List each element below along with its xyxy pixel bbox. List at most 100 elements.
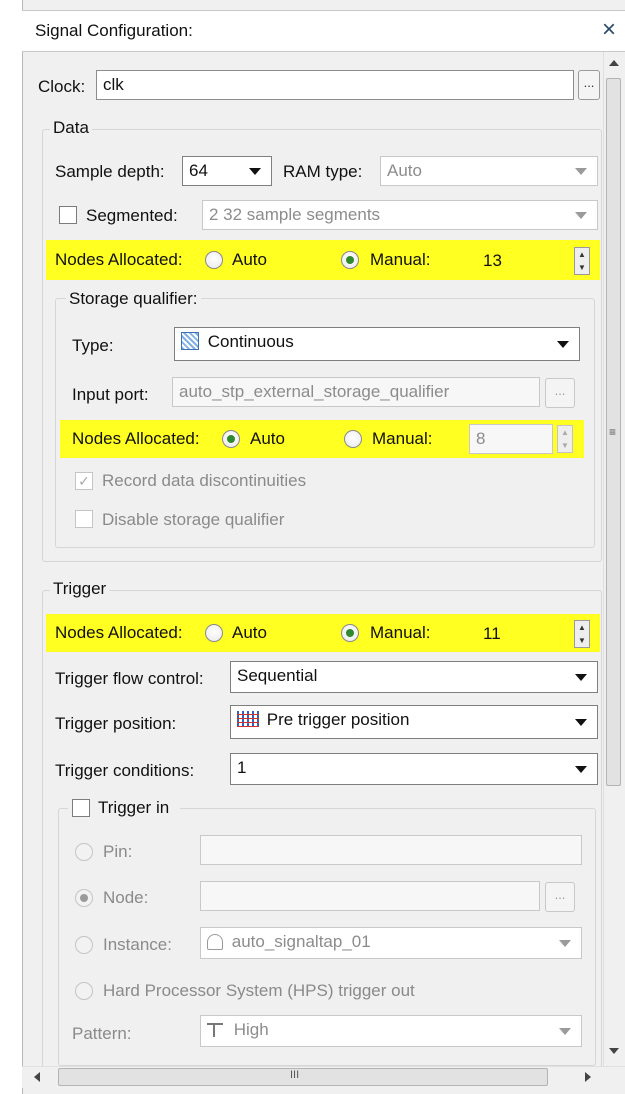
pin-radio[interactable] <box>75 843 93 861</box>
pin-input[interactable] <box>200 835 582 865</box>
trigger-flow-select[interactable]: Sequential <box>230 661 598 693</box>
segmented-value: 2 32 sample segments <box>209 205 381 224</box>
instance-value: auto_signaltap_01 <box>231 932 371 951</box>
node-input[interactable] <box>200 881 540 911</box>
chevron-down-icon <box>575 719 587 726</box>
sample-depth-select[interactable]: 64 <box>182 156 272 186</box>
data-nodes-label: Nodes Allocated: <box>55 250 183 269</box>
trigger-nodes-manual-label: Manual: <box>370 623 431 642</box>
panel-title: Signal Configuration: <box>35 21 193 40</box>
data-nodes-manual-label: Manual: <box>370 250 431 269</box>
scroll-right-icon[interactable] <box>585 1072 591 1082</box>
storage-qualifier-legend: Storage qualifier: <box>66 289 201 309</box>
trigger-conditions-label: Trigger conditions: <box>55 761 195 780</box>
instance-label: Instance: <box>103 935 172 954</box>
scroll-left-icon[interactable] <box>34 1072 40 1082</box>
pattern-label: Pattern: <box>72 1024 132 1043</box>
trigger-nodes-label: Nodes Allocated: <box>55 623 183 642</box>
input-port-input[interactable]: auto_stp_external_storage_qualifier <box>172 377 540 407</box>
pattern-value: High <box>233 1020 269 1039</box>
node-radio[interactable] <box>75 889 93 907</box>
trigger-legend: Trigger <box>50 579 110 599</box>
data-nodes-spinner[interactable]: ▲ ▼ <box>574 247 590 275</box>
trigger-position-value: Pre trigger position <box>266 710 410 729</box>
trigger-flow-value: Sequential <box>237 666 318 685</box>
trigger-nodes-auto-label: Auto <box>232 623 267 642</box>
trigger-conditions-value: 1 <box>237 758 247 777</box>
record-discontinuities-label: Record data discontinuities <box>102 471 307 490</box>
storage-nodes-auto-label: Auto <box>250 429 285 448</box>
spin-down-icon[interactable]: ▼ <box>558 439 572 452</box>
ram-type-label: RAM type: <box>283 162 363 181</box>
input-port-browse-button[interactable]: ... <box>545 378 575 408</box>
chevron-down-icon <box>575 766 587 773</box>
node-browse-button[interactable]: ... <box>545 882 575 912</box>
data-nodes-value[interactable]: 13 <box>476 246 568 276</box>
ram-type-select[interactable]: Auto <box>380 156 598 186</box>
disable-storage-label: Disable storage qualifier <box>102 510 285 529</box>
input-port-label: Input port: <box>72 385 149 404</box>
spin-up-icon[interactable]: ▲ <box>558 426 572 439</box>
ram-type-value: Auto <box>387 161 422 180</box>
signaltap-instance-icon <box>207 934 223 950</box>
clock-browse-button[interactable]: ... <box>578 70 600 100</box>
storage-type-value: Continuous <box>207 332 294 351</box>
chevron-down-icon <box>559 940 571 947</box>
data-nodes-auto-radio[interactable] <box>205 251 223 269</box>
storage-nodes-label: Nodes Allocated: <box>72 429 200 448</box>
segmented-select[interactable]: 2 32 sample segments <box>202 200 598 230</box>
trigger-conditions-select[interactable]: 1 <box>230 753 598 785</box>
instance-radio[interactable] <box>75 936 93 954</box>
trigger-nodes-auto-radio[interactable] <box>205 624 223 642</box>
horizontal-scroll-thumb[interactable] <box>58 1068 548 1086</box>
scroll-up-icon[interactable] <box>609 60 619 66</box>
segmented-checkbox[interactable] <box>59 206 77 224</box>
chevron-down-icon <box>575 168 587 175</box>
hps-label: Hard Processor System (HPS) trigger out <box>103 981 415 1000</box>
high-pattern-icon <box>207 1023 223 1037</box>
hscroll-grip-icon: III <box>290 1069 300 1081</box>
data-nodes-auto-label: Auto <box>232 250 267 269</box>
storage-type-select[interactable]: Continuous <box>174 327 580 361</box>
data-legend: Data <box>50 118 92 138</box>
scroll-grip-icon: ≡ <box>609 425 617 439</box>
chevron-down-icon <box>575 674 587 681</box>
segmented-label: Segmented: <box>86 206 178 225</box>
chevron-down-icon <box>557 341 569 348</box>
record-discontinuities-checkbox[interactable]: ✓ <box>75 472 93 490</box>
pin-label: Pin: <box>103 842 133 861</box>
spin-down-icon[interactable]: ▼ <box>575 261 589 274</box>
pattern-select[interactable]: High <box>200 1015 582 1047</box>
trigger-nodes-spinner[interactable]: ▲ ▼ <box>574 620 590 648</box>
data-nodes-manual-radio[interactable] <box>341 251 359 269</box>
trigger-nodes-manual-radio[interactable] <box>341 624 359 642</box>
storage-nodes-manual-label: Manual: <box>372 429 433 448</box>
sample-depth-label: Sample depth: <box>55 162 165 181</box>
instance-select[interactable]: auto_signaltap_01 <box>200 927 582 959</box>
storage-nodes-value[interactable]: 8 <box>469 424 553 454</box>
trigger-nodes-value[interactable]: 11 <box>476 619 568 649</box>
trigger-flow-label: Trigger flow control: <box>55 669 204 688</box>
chevron-down-icon <box>575 212 587 219</box>
trigger-in-checkbox[interactable] <box>72 799 90 817</box>
clock-label: Clock: <box>38 77 86 96</box>
chevron-down-icon <box>559 1028 571 1035</box>
trigger-position-label: Trigger position: <box>55 714 177 733</box>
spin-up-icon[interactable]: ▲ <box>575 248 589 261</box>
trigger-in-label: Trigger in <box>98 798 170 817</box>
hps-radio[interactable] <box>75 982 93 1000</box>
storage-nodes-manual-radio[interactable] <box>344 430 362 448</box>
storage-nodes-spinner[interactable]: ▲ ▼ <box>557 425 573 453</box>
close-icon[interactable]: × <box>598 16 620 44</box>
clock-input[interactable]: clk <box>96 70 574 100</box>
chevron-down-icon <box>249 168 261 175</box>
scroll-down-icon[interactable] <box>609 1048 619 1054</box>
pre-trigger-icon <box>237 711 259 727</box>
storage-nodes-auto-radio[interactable] <box>222 430 240 448</box>
trigger-position-select[interactable]: Pre trigger position <box>230 705 598 739</box>
disable-storage-checkbox[interactable] <box>75 510 93 528</box>
continuous-icon <box>181 332 199 350</box>
spin-down-icon[interactable]: ▼ <box>575 634 589 647</box>
node-label: Node: <box>103 888 149 907</box>
spin-up-icon[interactable]: ▲ <box>575 621 589 634</box>
